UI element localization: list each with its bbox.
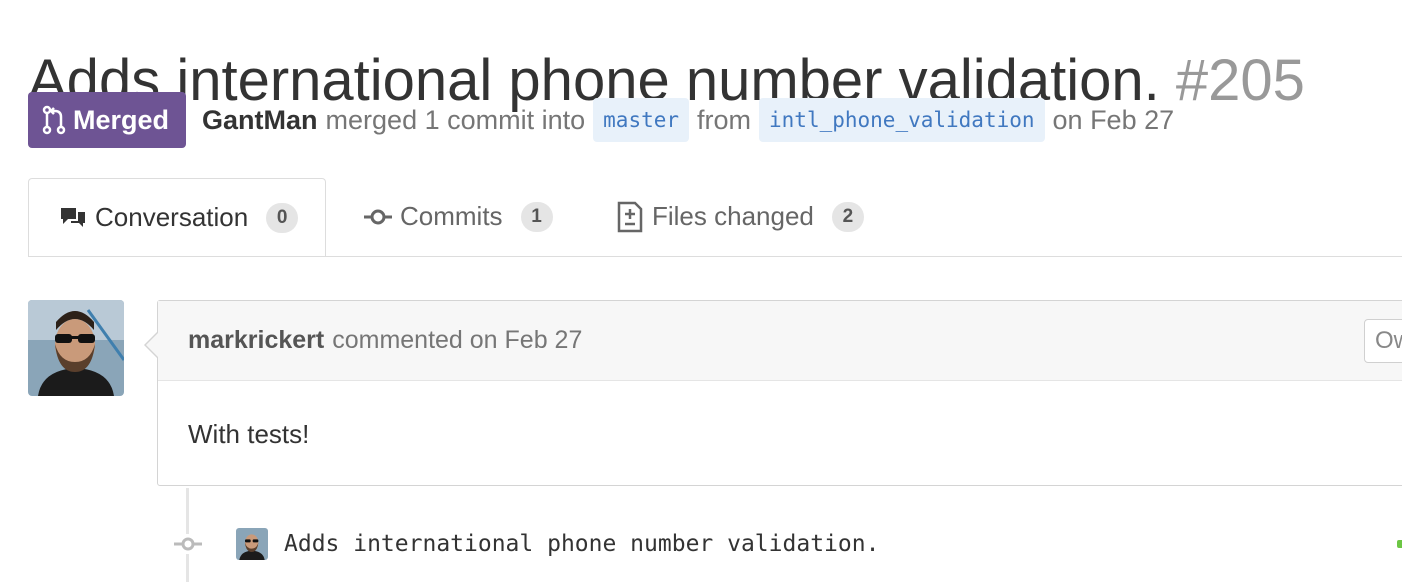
pr-tabs: Conversation 0 Commits 1 Files changed 2: [28, 178, 1402, 257]
comment-author[interactable]: markrickert: [188, 326, 324, 355]
comment-box: markrickert commented on Feb 27 Ow With …: [144, 300, 1402, 486]
merged-badge-label: Merged: [73, 104, 170, 135]
merge-text: merged 1 commit into: [325, 104, 586, 135]
merged-badge: Merged: [28, 92, 187, 148]
commit-item: Adds international phone number validati…: [172, 526, 879, 562]
tab-commits-label: Commits: [400, 201, 503, 231]
merge-date: on Feb 27: [1052, 104, 1175, 135]
head-branch[interactable]: intl_phone_validation: [759, 98, 1045, 142]
pr-meta: Merged GantMan merged 1 commit into mast…: [28, 92, 1402, 148]
tab-conversation-label: Conversation: [95, 202, 249, 232]
git-commit-icon: [172, 534, 204, 554]
comment-action[interactable]: commented on Feb 27: [332, 326, 582, 355]
status-indicator: [1397, 540, 1402, 548]
diff-icon: [617, 201, 643, 232]
avatar-photo: [28, 300, 124, 396]
comment-discussion-icon: [61, 207, 85, 227]
from-text: from: [697, 104, 752, 135]
commit-message-link[interactable]: Adds international phone number validati…: [284, 531, 879, 557]
tab-conversation-count: 0: [266, 202, 299, 233]
base-branch[interactable]: master: [593, 98, 690, 142]
commit-author-avatar[interactable]: [236, 528, 268, 560]
git-merge-icon: [42, 105, 66, 135]
owner-label: Ow: [1364, 319, 1402, 363]
tab-conversation[interactable]: Conversation 0: [28, 178, 326, 256]
git-commit-icon: [364, 209, 392, 224]
tab-files-changed-count: 2: [831, 201, 864, 232]
tab-files-changed-label: Files changed: [652, 201, 814, 231]
comment-body: With tests!: [188, 419, 310, 449]
comment-header: markrickert commented on Feb 27 Ow: [158, 301, 1402, 381]
tab-commits-count: 1: [520, 201, 553, 232]
tab-commits[interactable]: Commits 1: [364, 178, 553, 255]
tab-files-changed[interactable]: Files changed 2: [616, 178, 864, 255]
comment-author-avatar[interactable]: [28, 300, 124, 396]
pr-author-link[interactable]: GantMan: [202, 105, 318, 136]
